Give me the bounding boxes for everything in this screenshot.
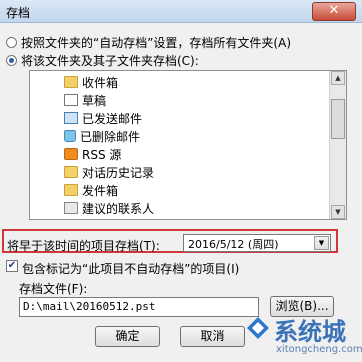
tree-item-label: 对话历史记录 [82, 165, 155, 180]
tree-item[interactable]: 发件箱 [64, 181, 118, 199]
archive-file-input[interactable]: D:\mail\20160512.pst [19, 297, 259, 317]
scroll-thumb[interactable] [331, 99, 345, 139]
folder-icon [64, 76, 78, 88]
chevron-down-icon[interactable]: ▼ [314, 236, 329, 250]
scroll-down-icon[interactable]: ▼ [331, 205, 345, 219]
contact-icon [64, 202, 78, 214]
close-button[interactable]: ✕ [312, 2, 356, 21]
tree-item[interactable]: 对话历史记录 [64, 163, 154, 181]
window-title: 存档 [6, 6, 31, 20]
archive-date-value: 2016/5/12 (周四) [188, 238, 279, 251]
tree-item[interactable]: 已删除邮件 [64, 127, 140, 145]
include-checkbox-label: 包含标记为“此项目不自动存档”的项目(I) [22, 262, 240, 276]
include-checkbox[interactable]: ✔ [6, 260, 18, 272]
tree-item[interactable]: 收件箱 [64, 73, 118, 91]
tree-item-label: 草稿 [82, 93, 107, 108]
watermark-site: xitongcheng.com [276, 344, 362, 355]
rss-icon [64, 148, 78, 160]
tree-item-label: 已删除邮件 [80, 129, 141, 144]
tree-item-label: 建议的联系人 [82, 201, 155, 216]
radio-archive-all[interactable]: 按照文件夹的“自动存档”设置，存档所有文件夹(A) [6, 34, 291, 50]
archive-before-label: 将早于该时间的项目存档(T): [7, 239, 160, 253]
tree-item[interactable]: 建议的联系人 [64, 199, 154, 217]
watermark: 系统城 xitongcheng.com [246, 312, 362, 360]
tree-item-label: RSS 源 [82, 147, 122, 162]
radio-archive-all-label: 按照文件夹的“自动存档”设置，存档所有文件夹(A) [21, 35, 292, 50]
draft-icon [64, 94, 78, 106]
radio-archive-folder-label: 将该文件夹及其子文件夹存档(C): [21, 53, 199, 68]
radio-archive-folder[interactable]: 将该文件夹及其子文件夹存档(C): [6, 52, 199, 68]
title-bar: 存档 ✕ [0, 0, 362, 23]
tree-item-label: 收件箱 [82, 75, 119, 90]
radio-button-selected[interactable] [6, 54, 17, 66]
tree-item-label: 发件箱 [82, 183, 119, 198]
watermark-logo-icon [247, 317, 269, 339]
tree-item[interactable]: 草稿 [64, 91, 106, 109]
tree-item[interactable]: 已发送邮件 [64, 109, 142, 127]
sent-icon [64, 112, 78, 124]
trash-icon [64, 130, 76, 142]
scroll-up-icon[interactable]: ▲ [331, 71, 345, 85]
folder-icon [64, 184, 78, 196]
folder-icon [64, 166, 78, 178]
cancel-button[interactable]: 取消 [180, 326, 245, 347]
tree-item-label: 已发送邮件 [82, 111, 143, 126]
ok-button[interactable]: 确定 [95, 326, 160, 347]
watermark-brand: 系统城 [274, 318, 346, 346]
archive-file-label: 存档文件(F): [19, 282, 88, 296]
tree-item[interactable]: RSS 源 [64, 145, 121, 163]
radio-button[interactable] [6, 36, 17, 48]
folder-tree[interactable]: ▶ 收件箱草稿已发送邮件已删除邮件RSS 源对话历史记录发件箱建议的联系人 ▲ … [29, 70, 347, 220]
vertical-scrollbar[interactable]: ▲ ▼ [329, 71, 346, 219]
archive-date-dropdown[interactable]: 2016/5/12 (周四) ▼ [183, 234, 331, 252]
